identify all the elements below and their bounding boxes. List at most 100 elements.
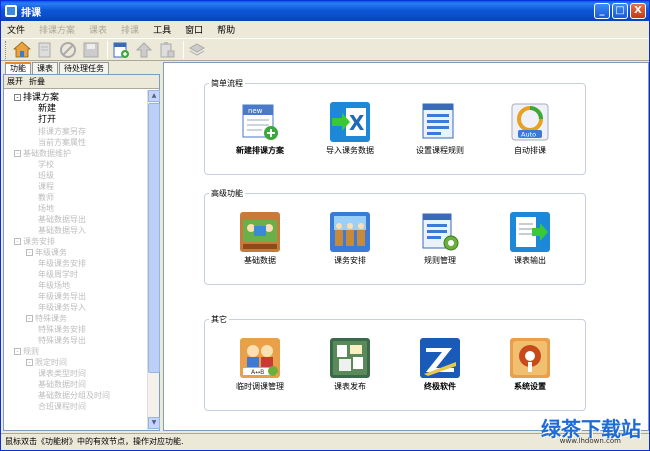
tree-node[interactable]: 基础数据导入 xyxy=(38,226,86,235)
excel-import-icon[interactable]: X xyxy=(330,102,370,142)
scrollbar-thumb[interactable] xyxy=(148,103,160,373)
maximize-button[interactable]: □ xyxy=(612,3,628,19)
function-item[interactable]: 设置课程规则 xyxy=(405,102,475,156)
tree-toggle-icon[interactable]: - xyxy=(26,315,33,322)
home-icon[interactable] xyxy=(12,40,32,60)
tree-node[interactable]: 场地 xyxy=(38,204,54,213)
tree-node[interactable]: 教师 xyxy=(38,193,54,202)
tree-node[interactable]: 年级场地 xyxy=(38,281,70,290)
tree-toggle-icon[interactable]: - xyxy=(14,150,21,157)
function-item-label[interactable]: 课务安排 xyxy=(315,255,385,266)
tree-node[interactable]: 年级课务导入 xyxy=(38,303,86,312)
function-item[interactable]: Auto 自动排课 xyxy=(495,102,565,156)
stop-icon[interactable] xyxy=(58,40,78,60)
list-settings-icon[interactable] xyxy=(420,102,460,142)
menu-tools[interactable]: 工具 xyxy=(153,23,171,36)
layers-icon[interactable] xyxy=(187,40,207,60)
scroll-down-arrow[interactable]: ▼ xyxy=(148,417,160,429)
tree-node[interactable]: 打开 xyxy=(38,116,56,125)
tab-pending-tasks[interactable]: 待处理任务 xyxy=(59,62,109,74)
tree-node[interactable]: - 课务安排 xyxy=(14,237,55,246)
new-schedule-icon[interactable]: new xyxy=(240,102,280,142)
new-schedule-icon[interactable] xyxy=(111,40,131,60)
function-item-label[interactable]: 规则管理 xyxy=(405,255,475,266)
tree-node[interactable]: 课程 xyxy=(38,182,54,191)
document-icon[interactable] xyxy=(35,40,55,60)
menu-schedule-plan[interactable]: 排课方案 xyxy=(39,23,75,36)
menu-help[interactable]: 帮助 xyxy=(217,23,235,36)
tree-toggle-icon[interactable]: - xyxy=(26,249,33,256)
minimize-button[interactable]: _ xyxy=(594,3,610,19)
function-tree[interactable]: - 排课方案新建打开排课方案另存 当前方案属性 - 基础数据维护学校班级课程教师场地基础… xyxy=(4,90,146,430)
function-item-label[interactable]: 自动排课 xyxy=(495,145,565,156)
tree-node[interactable]: 基础数据导出 xyxy=(38,215,86,224)
tree-node[interactable]: 特殊课务导出 xyxy=(38,336,86,345)
function-item-label[interactable]: 导入课务数据 xyxy=(315,145,385,156)
function-item[interactable]: A↔B 临时调课管理 xyxy=(225,338,295,392)
function-item-label[interactable]: 终极软件 xyxy=(405,381,475,392)
close-button[interactable]: X xyxy=(630,3,646,19)
tree-node[interactable]: 当前方案属性 xyxy=(38,138,86,147)
temp-adjust-icon[interactable]: A↔B xyxy=(240,338,280,378)
menu-timetable[interactable]: 课表 xyxy=(89,23,107,36)
tree-node[interactable]: 排课方案另存 xyxy=(38,127,86,136)
tree-node[interactable]: - 基础数据维护 xyxy=(14,149,71,158)
tree-node[interactable]: 合班课程时间 xyxy=(38,402,86,411)
tree-node[interactable]: 课表类型时间 xyxy=(38,369,86,378)
menu-scheduling[interactable]: 排课 xyxy=(121,23,139,36)
base-data-icon[interactable] xyxy=(240,212,280,252)
function-item[interactable]: X 导入课务数据 xyxy=(315,102,385,156)
system-settings-icon[interactable] xyxy=(510,338,550,378)
tree-node[interactable]: 年级课务导出 xyxy=(38,292,86,301)
function-item-label[interactable]: 临时调课管理 xyxy=(225,381,295,392)
tree-node[interactable]: 年级课务安排 xyxy=(38,259,86,268)
auto-icon[interactable] xyxy=(134,40,154,60)
function-item-label[interactable]: 系统设置 xyxy=(495,381,565,392)
function-item-label[interactable]: 课表发布 xyxy=(315,381,385,392)
auto-schedule-icon[interactable]: Auto xyxy=(510,102,550,142)
tree-node[interactable]: 基础数据分组及时间 xyxy=(38,391,110,400)
function-item[interactable]: 课务安排 xyxy=(315,212,385,266)
tree-toggle-icon[interactable]: - xyxy=(14,94,21,101)
timetable-publish-icon[interactable] xyxy=(330,338,370,378)
tree-node[interactable]: 年级周学时 xyxy=(38,270,78,279)
tree-toggle-icon[interactable]: - xyxy=(26,359,33,366)
tree-node[interactable]: 班级 xyxy=(38,171,54,180)
menu-window[interactable]: 窗口 xyxy=(185,23,203,36)
function-item-label[interactable]: 基础数据 xyxy=(225,255,295,266)
function-item[interactable]: 课表发布 xyxy=(315,338,385,392)
tree-node[interactable]: - 规则 xyxy=(14,347,39,356)
tree-node[interactable]: - 年级课务 xyxy=(26,248,67,257)
scroll-up-arrow[interactable]: ▲ xyxy=(148,90,160,102)
function-item-label[interactable]: 课表输出 xyxy=(495,255,565,266)
function-item[interactable]: 基础数据 xyxy=(225,212,295,266)
tree-node[interactable]: 基础数据时间 xyxy=(38,380,86,389)
rule-manage-icon[interactable] xyxy=(420,212,460,252)
tree-node[interactable]: - 特殊课务 xyxy=(26,314,67,323)
course-arrange-icon[interactable] xyxy=(330,212,370,252)
toolbar-grip[interactable] xyxy=(5,40,8,59)
function-item[interactable]: 系统设置 xyxy=(495,338,565,392)
function-item-label[interactable]: 新建排课方案 xyxy=(225,145,295,156)
tab-functions[interactable]: 功能 xyxy=(5,62,31,74)
collapse-all-button[interactable]: 折叠 xyxy=(29,76,45,87)
function-item[interactable]: 规则管理 xyxy=(405,212,475,266)
tree-node[interactable]: - 限定时间 xyxy=(26,358,67,367)
tree-node[interactable]: - 排课方案 xyxy=(14,94,59,103)
menu-file[interactable]: 文件 xyxy=(7,23,25,36)
timetable-export-icon[interactable] xyxy=(510,212,550,252)
title-bar[interactable]: 排课 _ □ X xyxy=(1,1,649,21)
tree-toggle-icon[interactable]: - xyxy=(14,348,21,355)
function-item[interactable]: 终极软件 xyxy=(405,338,475,392)
tree-node[interactable]: 新建 xyxy=(38,105,56,114)
brand-logo-icon[interactable] xyxy=(420,338,460,378)
clipboard-icon[interactable] xyxy=(157,40,177,60)
tree-node[interactable]: 特殊课务安排 xyxy=(38,325,86,334)
function-item[interactable]: 课表输出 xyxy=(495,212,565,266)
tree-node[interactable]: 学校 xyxy=(38,160,54,169)
save-icon[interactable] xyxy=(81,40,101,60)
tree-scrollbar[interactable]: ▲ ▼ xyxy=(147,90,160,430)
function-item-label[interactable]: 设置课程规则 xyxy=(405,145,475,156)
expand-all-button[interactable]: 展开 xyxy=(7,76,23,87)
tree-toggle-icon[interactable]: - xyxy=(14,238,21,245)
